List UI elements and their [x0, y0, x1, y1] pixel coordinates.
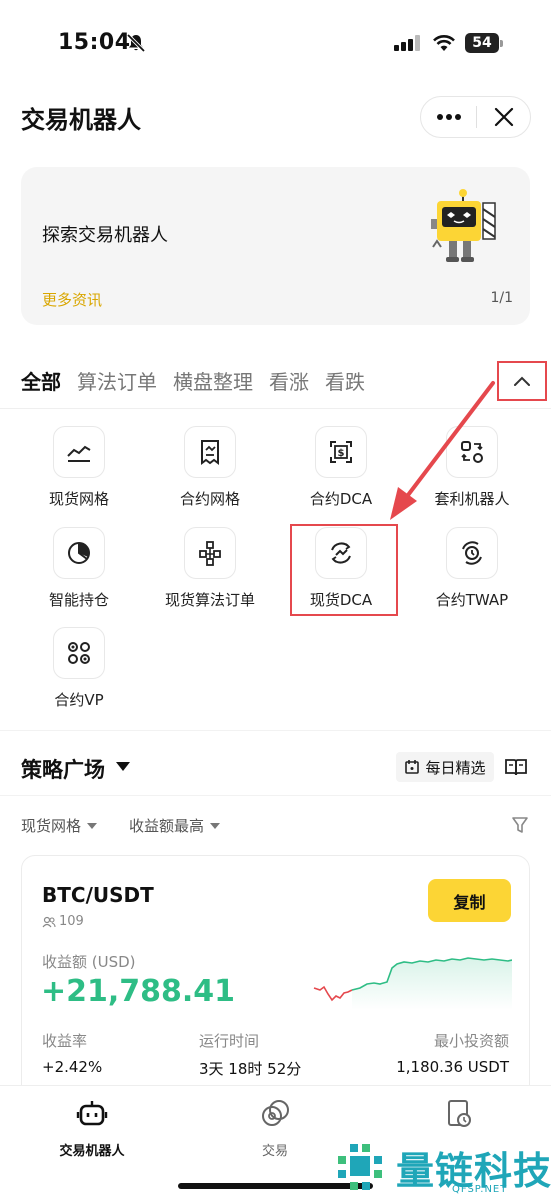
bot-smart-rebalance[interactable]: 智能持仓	[14, 527, 144, 617]
battery-level: 54	[465, 33, 499, 53]
grid-label: 智能持仓	[48, 591, 109, 609]
roi-label: 收益率	[42, 1032, 88, 1050]
caret-down-icon	[87, 822, 98, 829]
nav-label: 交易机器人	[59, 1144, 125, 1159]
strategy-square-title[interactable]: 策略广场	[21, 754, 105, 784]
tab-bullish[interactable]: 看涨	[269, 366, 309, 402]
filter-sort-label: 收益额最高	[129, 817, 205, 835]
watermark: 量链科技 QFSP.NET	[330, 1138, 551, 1198]
pnl-label: 收益额 (USD)	[42, 953, 136, 971]
min-invest-value: 1,180.36 USDT	[396, 1058, 509, 1076]
nav-trade[interactable]: 交易	[215, 1098, 335, 1159]
clock-cycle-icon	[462, 541, 482, 565]
bell-off-icon	[126, 33, 146, 53]
nav-trading-bots[interactable]: 交易机器人	[32, 1098, 152, 1159]
category-tabs: 全部 算法订单 横盘整理 看涨 看跌	[21, 366, 381, 402]
page-title: 交易机器人	[21, 106, 141, 134]
caret-down-icon[interactable]	[116, 762, 130, 771]
more-dots-icon	[436, 114, 461, 120]
svg-text:$: $	[338, 448, 345, 459]
battery-icon: 54	[465, 33, 505, 53]
filter-type-label: 现货网格	[21, 817, 82, 835]
grid-label: 现货算法订单	[164, 591, 255, 609]
copy-count: 109	[42, 914, 84, 929]
filter-bot-type[interactable]: 现货网格	[21, 815, 98, 836]
wifi-icon	[433, 35, 455, 51]
history-doc-icon	[448, 1100, 471, 1127]
bot-spot-algo-orders[interactable]: 现货算法订单	[145, 527, 275, 617]
tab-all[interactable]: 全部	[21, 366, 61, 402]
grid-label: 合约VP	[54, 691, 104, 709]
calendar-icon	[405, 760, 420, 774]
filter-funnel-icon[interactable]	[511, 816, 529, 834]
pnl-sparkline	[313, 957, 512, 1010]
nodes-icon	[199, 541, 221, 566]
document-icon	[201, 440, 219, 465]
caret-down-icon	[210, 822, 221, 829]
chart-line-icon	[67, 445, 91, 462]
bot-futures-grid[interactable]: 合约网格	[145, 426, 275, 516]
tab-bearish[interactable]: 看跌	[325, 366, 365, 402]
banner-title: 探索交易机器人	[42, 225, 168, 246]
signal-icon	[394, 35, 420, 51]
nav-history[interactable]	[399, 1098, 519, 1140]
runtime-value: 3天 18时 52分	[199, 1060, 302, 1078]
robot-icon	[76, 1101, 108, 1126]
bot-spot-grid[interactable]: 现货网格	[14, 426, 144, 516]
nav-label: 交易	[261, 1144, 288, 1159]
runtime-label: 运行时间	[199, 1032, 260, 1050]
banner-more-link[interactable]: 更多资讯	[42, 289, 102, 310]
status-bar: 15:04 54	[0, 0, 551, 90]
dollar-doc-icon: $	[330, 441, 352, 463]
bot-futures-vp[interactable]: 合约VP	[14, 627, 144, 717]
status-time: 15:04	[58, 30, 131, 55]
trading-pair: BTC/USDT	[42, 883, 154, 907]
close-icon	[494, 107, 514, 127]
tab-algo-orders[interactable]: 算法订单	[77, 366, 157, 402]
tab-sideways[interactable]: 横盘整理	[173, 366, 253, 402]
pnl-value: +21,788.41	[41, 974, 236, 1009]
header-actions	[420, 96, 531, 138]
grid-label: 合约网格	[179, 490, 240, 508]
strategy-card[interactable]: BTC/USDT 109 复制 收益额 (USD) +21,788.41 收益率…	[21, 855, 530, 1115]
chevron-up-icon	[514, 376, 530, 386]
banner-pagination: 1/1	[490, 290, 513, 306]
daily-pick-label: 每日精选	[425, 758, 486, 777]
promo-banner[interactable]: 探索交易机器人 更多资讯 1/1	[21, 167, 530, 325]
dots-grid-icon	[68, 642, 90, 664]
robot-illustration-icon	[431, 189, 496, 262]
grid-label: 合约TWAP	[435, 591, 509, 609]
watermark-logo-icon	[338, 1144, 382, 1190]
grid-label: 现货网格	[48, 490, 109, 508]
annotation-arrow-icon	[390, 381, 495, 520]
copy-strategy-button[interactable]: 复制	[428, 879, 511, 922]
close-button[interactable]	[477, 97, 531, 137]
coins-icon	[262, 1100, 289, 1126]
bot-futures-twap[interactable]: 合约TWAP	[407, 527, 537, 617]
more-button[interactable]	[421, 97, 476, 137]
book-icon[interactable]	[504, 755, 528, 779]
watermark-subtext: QFSP.NET	[452, 1184, 508, 1195]
daily-pick-button[interactable]: 每日精选	[396, 752, 494, 782]
filter-sort[interactable]: 收益额最高	[129, 815, 221, 836]
pie-chart-icon	[68, 542, 90, 564]
highlight-box	[290, 524, 398, 616]
copy-count-value: 109	[59, 914, 84, 929]
users-icon	[42, 916, 56, 927]
min-invest-label: 最小投资额	[433, 1032, 509, 1050]
roi-value: +2.42%	[42, 1058, 103, 1076]
